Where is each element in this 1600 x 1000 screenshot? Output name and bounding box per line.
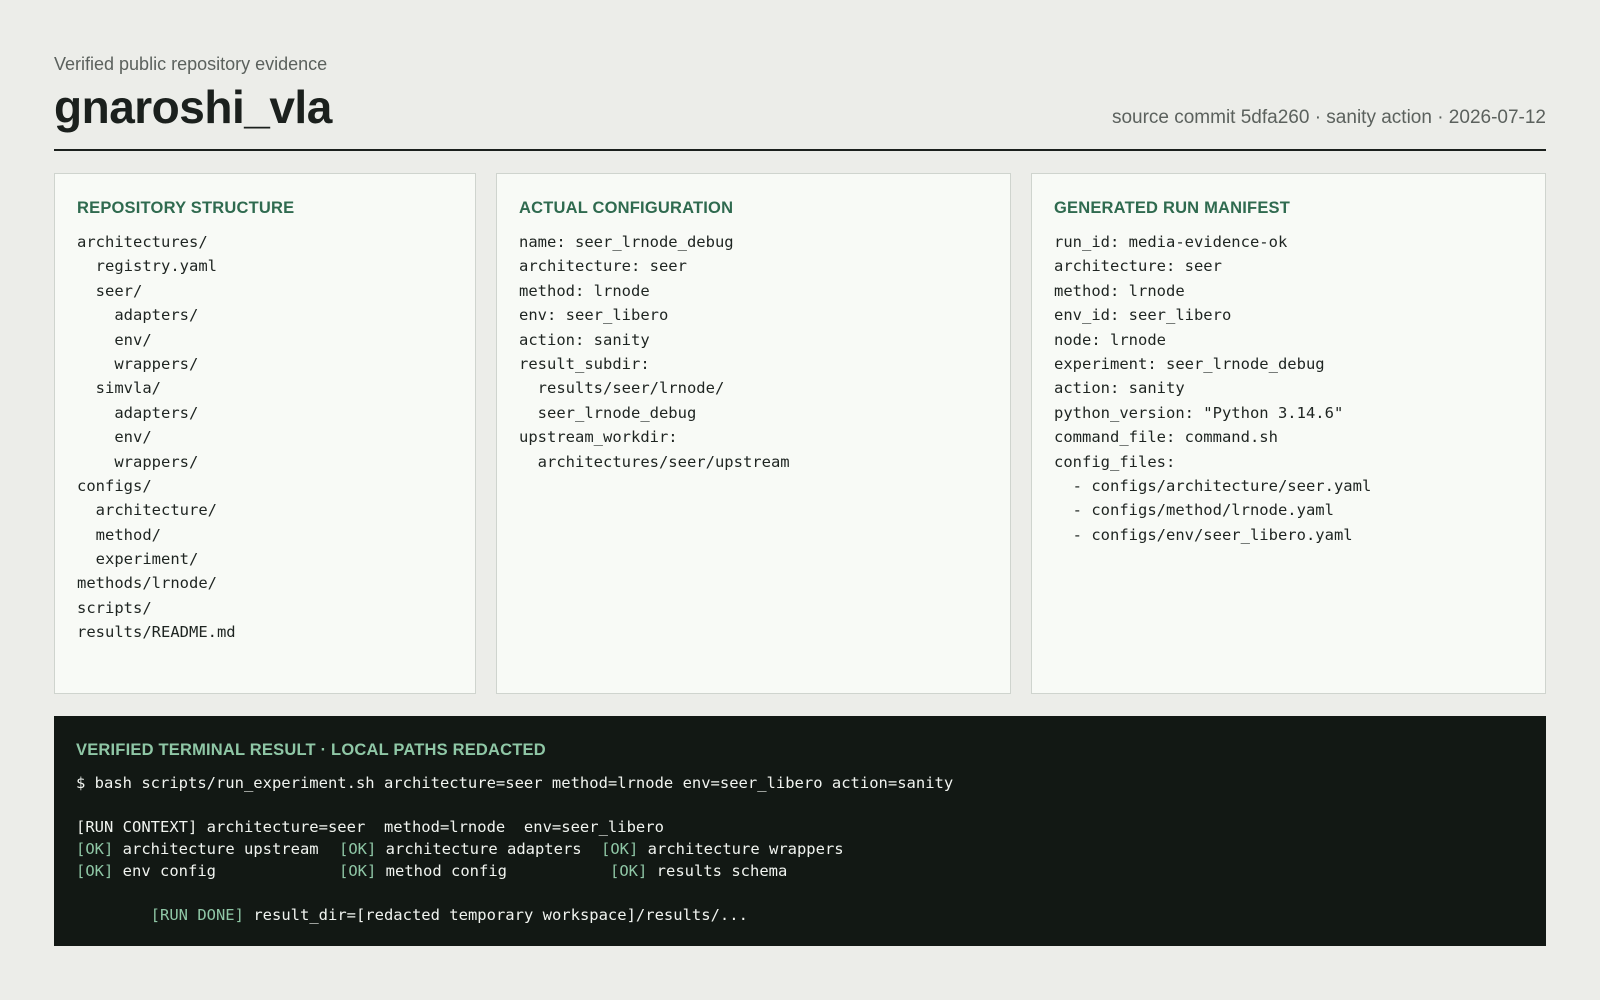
- code-line: configs/: [77, 476, 152, 495]
- code-line: result_subdir:: [519, 354, 650, 373]
- check-label: architecture wrappers: [647, 840, 844, 858]
- check-item: [OK] method config: [339, 860, 507, 882]
- check-row: [OK] env config [OK] method config [OK] …: [76, 860, 1524, 882]
- page-title: gnaroshi_vla: [54, 81, 332, 133]
- code-line: name: seer_lrnode_debug: [519, 233, 734, 251]
- terminal-command: $ bash scripts/run_experiment.sh archite…: [76, 774, 954, 792]
- code-line: wrappers/: [77, 354, 199, 373]
- check-label: results schema: [656, 862, 788, 880]
- code-line: experiment/: [77, 550, 199, 569]
- code-line: action: sanity: [519, 330, 650, 349]
- check-label: method config: [385, 862, 507, 880]
- code-line: architecture/: [77, 501, 217, 520]
- code-line: method: lrnode: [1054, 281, 1185, 300]
- code-line: upstream_workdir:: [519, 428, 678, 447]
- code-line: - configs/method/lrnode.yaml: [1054, 501, 1334, 520]
- code-line: - configs/architecture/seer.yaml: [1054, 476, 1372, 495]
- code-line: command_file: command.sh: [1054, 428, 1278, 447]
- check-label: architecture upstream: [122, 840, 319, 858]
- code-line: env_id: seer_libero: [1054, 306, 1232, 325]
- ok-tag: [OK]: [610, 862, 648, 880]
- code-line: registry.yaml: [77, 257, 217, 276]
- code-line: action: sanity: [1054, 379, 1185, 398]
- code-line: env/: [77, 330, 152, 349]
- check-item: [OK] env config: [76, 860, 216, 882]
- check-label: architecture adapters: [385, 840, 582, 858]
- code-line: adapters/: [77, 306, 199, 325]
- check-row: [OK] architecture upstream [OK] architec…: [76, 838, 1524, 860]
- commit-meta: source commit 5dfa260 · sanity action · …: [1111, 107, 1546, 128]
- run-context-line: [RUN CONTEXT] architecture=seer method=l…: [76, 818, 664, 836]
- repository-structure-card: REPOSITORY STRUCTURE architectures/ regi…: [54, 173, 476, 694]
- card-title: REPOSITORY STRUCTURE: [77, 199, 295, 217]
- terminal-title: VERIFIED TERMINAL RESULT · LOCAL PATHS R…: [76, 741, 546, 759]
- code-line: python_version: "Python 3.14.6": [1054, 403, 1344, 422]
- code-line: scripts/: [77, 598, 152, 617]
- terminal-output: [RUN CONTEXT] architecture=seer method=l…: [76, 816, 1524, 924]
- code-line: config_files:: [1054, 452, 1176, 471]
- ok-tag: [OK]: [601, 840, 639, 858]
- code-line: methods/lrnode/: [77, 574, 217, 593]
- code-line: seer_lrnode_debug: [519, 403, 697, 422]
- code-line: method: lrnode: [519, 281, 650, 300]
- manifest-yaml: run_id: media-evidence-ok architecture: s…: [1054, 230, 1523, 547]
- code-line: simvla/: [77, 379, 161, 398]
- ok-tag: [OK]: [76, 862, 114, 880]
- code-line: method/: [77, 525, 161, 544]
- run-done-tag: [RUN DONE]: [150, 906, 244, 924]
- code-line: experiment: seer_lrnode_debug: [1054, 354, 1325, 373]
- code-line: wrappers/: [77, 452, 199, 471]
- repository-tree: architectures/ registry.yaml seer/ adapt…: [77, 230, 453, 645]
- ok-tag: [OK]: [339, 840, 377, 858]
- check-item: [OK] architecture wrappers: [601, 838, 844, 860]
- code-line: results/seer/lrnode/: [519, 379, 725, 398]
- check-item: [OK] results schema: [610, 860, 787, 882]
- code-line: adapters/: [77, 403, 199, 422]
- page-subtitle: Verified public repository evidence: [54, 54, 328, 74]
- page-header: Verified public repository evidence gnar…: [54, 50, 1546, 150]
- code-line: architecture: seer: [1054, 257, 1222, 276]
- check-item: [OK] architecture adapters: [339, 838, 582, 860]
- code-line: results/README.md: [77, 623, 236, 642]
- ok-tag: [OK]: [76, 840, 114, 858]
- code-line: architecture: seer: [519, 257, 687, 276]
- code-line: env: seer_libero: [519, 306, 669, 325]
- configuration-yaml: name: seer_lrnode_debug architecture: see…: [519, 230, 988, 474]
- run-done-line: [RUN DONE] result_dir=[redacted temporar…: [76, 882, 1524, 924]
- check-item: [OK] architecture upstream: [76, 838, 319, 860]
- code-line: architectures/: [77, 233, 208, 251]
- code-line: env/: [77, 428, 152, 447]
- result-dir: result_dir=[redacted temporary workspace…: [253, 906, 748, 924]
- check-label: env config: [122, 862, 216, 880]
- ok-tag: [OK]: [339, 862, 377, 880]
- card-title: ACTUAL CONFIGURATION: [519, 199, 734, 217]
- code-line: architectures/seer/upstream: [519, 452, 790, 471]
- card-title: GENERATED RUN MANIFEST: [1054, 199, 1291, 217]
- code-line: seer/: [77, 281, 143, 300]
- run-manifest-card: GENERATED RUN MANIFEST run_id: media-evi…: [1031, 173, 1546, 694]
- code-line: node: lrnode: [1054, 330, 1166, 349]
- actual-configuration-card: ACTUAL CONFIGURATION name: seer_lrnode_d…: [496, 173, 1011, 694]
- page: Verified public repository evidence gnar…: [0, 0, 1600, 1000]
- header-divider: [54, 149, 1546, 151]
- code-line: run_id: media-evidence-ok: [1054, 233, 1288, 251]
- code-line: - configs/env/seer_libero.yaml: [1054, 525, 1353, 544]
- terminal-panel: VERIFIED TERMINAL RESULT · LOCAL PATHS R…: [54, 716, 1546, 946]
